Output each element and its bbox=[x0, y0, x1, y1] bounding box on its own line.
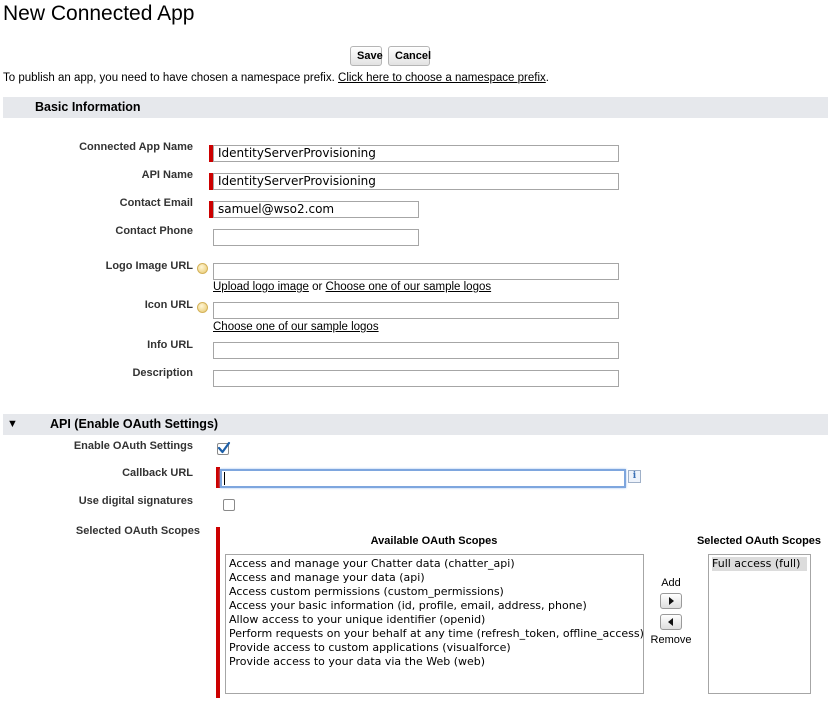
list-item[interactable]: Provide access to your data via the Web … bbox=[229, 655, 640, 669]
description-label: Description bbox=[132, 367, 193, 379]
arrow-right-icon bbox=[669, 597, 674, 605]
selected-scopes-list[interactable]: Full access (full) bbox=[708, 554, 811, 694]
upload-logo-link[interactable]: Upload logo image bbox=[213, 281, 309, 293]
list-item[interactable]: Access custom permissions (custom_permis… bbox=[229, 585, 640, 599]
basic-information-heading: Basic Information bbox=[35, 100, 141, 114]
connected-app-name-label: Connected App Name bbox=[79, 141, 193, 153]
sample-logos-link[interactable]: Choose one of our sample logos bbox=[326, 281, 492, 293]
info-icon[interactable]: i bbox=[628, 470, 641, 483]
digital-signatures-label: Use digital signatures bbox=[78, 495, 193, 507]
contact-email-input[interactable]: samuel@wso2.com bbox=[213, 201, 419, 218]
cancel-button[interactable]: Cancel bbox=[388, 46, 431, 66]
logo-image-url-label: Logo Image URL bbox=[105, 260, 193, 272]
callback-url-input[interactable] bbox=[220, 469, 626, 488]
logo-image-url-input[interactable] bbox=[213, 263, 619, 280]
basic-information-header: Basic Information bbox=[3, 97, 828, 118]
enable-oauth-label: Enable OAuth Settings bbox=[73, 440, 193, 452]
enable-oauth-checkbox[interactable] bbox=[217, 441, 231, 455]
connected-app-name-input[interactable]: IdentityServerProvisioning bbox=[213, 145, 619, 162]
api-name-input[interactable]: IdentityServerProvisioning bbox=[213, 173, 619, 190]
contact-phone-input[interactable] bbox=[213, 229, 419, 246]
icon-url-input[interactable] bbox=[213, 302, 619, 319]
contact-phone-label: Contact Phone bbox=[115, 225, 193, 237]
save-button[interactable]: Save bbox=[350, 46, 383, 66]
list-item[interactable]: Perform requests on your behalf at any t… bbox=[229, 627, 644, 641]
add-button[interactable] bbox=[660, 593, 682, 609]
logo-links: Upload logo image or Choose one of our s… bbox=[213, 281, 491, 293]
available-scopes-header: Available OAuth Scopes bbox=[370, 535, 498, 547]
list-item[interactable]: Access and manage your data (api) bbox=[229, 571, 640, 585]
help-icon[interactable] bbox=[197, 302, 208, 313]
help-icon[interactable] bbox=[197, 263, 208, 274]
icon-sample-logos-link[interactable]: Choose one of our sample logos bbox=[213, 321, 379, 333]
namespace-notice-text: To publish an app, you need to have chos… bbox=[3, 72, 339, 84]
text-cursor bbox=[224, 472, 225, 485]
namespace-prefix-link[interactable]: Click here to choose a namespace prefix bbox=[338, 72, 546, 84]
oauth-scopes-label: Selected OAuth Scopes bbox=[75, 525, 200, 537]
list-item[interactable]: Access and manage your Chatter data (cha… bbox=[229, 557, 640, 571]
remove-label: Remove bbox=[650, 634, 692, 646]
list-item[interactable]: Provide access to custom applications (v… bbox=[229, 641, 640, 655]
info-url-input[interactable] bbox=[213, 342, 619, 359]
required-indicator bbox=[216, 527, 220, 698]
selected-scopes-header: Selected OAuth Scopes bbox=[696, 535, 822, 547]
collapse-triangle-icon[interactable]: ▼ bbox=[7, 414, 18, 435]
info-url-label: Info URL bbox=[147, 339, 193, 351]
icon-links: Choose one of our sample logos bbox=[213, 321, 379, 333]
callback-url-label: Callback URL bbox=[122, 467, 193, 479]
page-title: New Connected App bbox=[3, 2, 195, 25]
contact-email-label: Contact Email bbox=[119, 197, 193, 209]
description-input[interactable] bbox=[213, 370, 619, 387]
checkmark-icon bbox=[217, 441, 231, 454]
api-name-label: API Name bbox=[141, 169, 193, 181]
icon-url-label: Icon URL bbox=[144, 299, 193, 311]
available-scopes-list[interactable]: Access and manage your Chatter data (cha… bbox=[225, 554, 644, 694]
list-item[interactable]: Access your basic information (id, profi… bbox=[229, 599, 640, 613]
namespace-notice: To publish an app, you need to have chos… bbox=[3, 72, 549, 84]
digital-signatures-checkbox[interactable] bbox=[223, 499, 235, 511]
arrow-left-icon bbox=[668, 618, 673, 626]
add-label: Add bbox=[661, 577, 681, 589]
namespace-notice-suffix: . bbox=[545, 72, 549, 84]
list-item[interactable]: Allow access to your unique identifier (… bbox=[229, 613, 640, 627]
oauth-settings-heading: API (Enable OAuth Settings) bbox=[50, 417, 219, 431]
oauth-settings-header[interactable]: ▼ API (Enable OAuth Settings) bbox=[3, 414, 828, 435]
or-text: or bbox=[308, 281, 326, 293]
remove-button[interactable] bbox=[660, 614, 682, 630]
list-item[interactable]: Full access (full) bbox=[712, 557, 807, 571]
